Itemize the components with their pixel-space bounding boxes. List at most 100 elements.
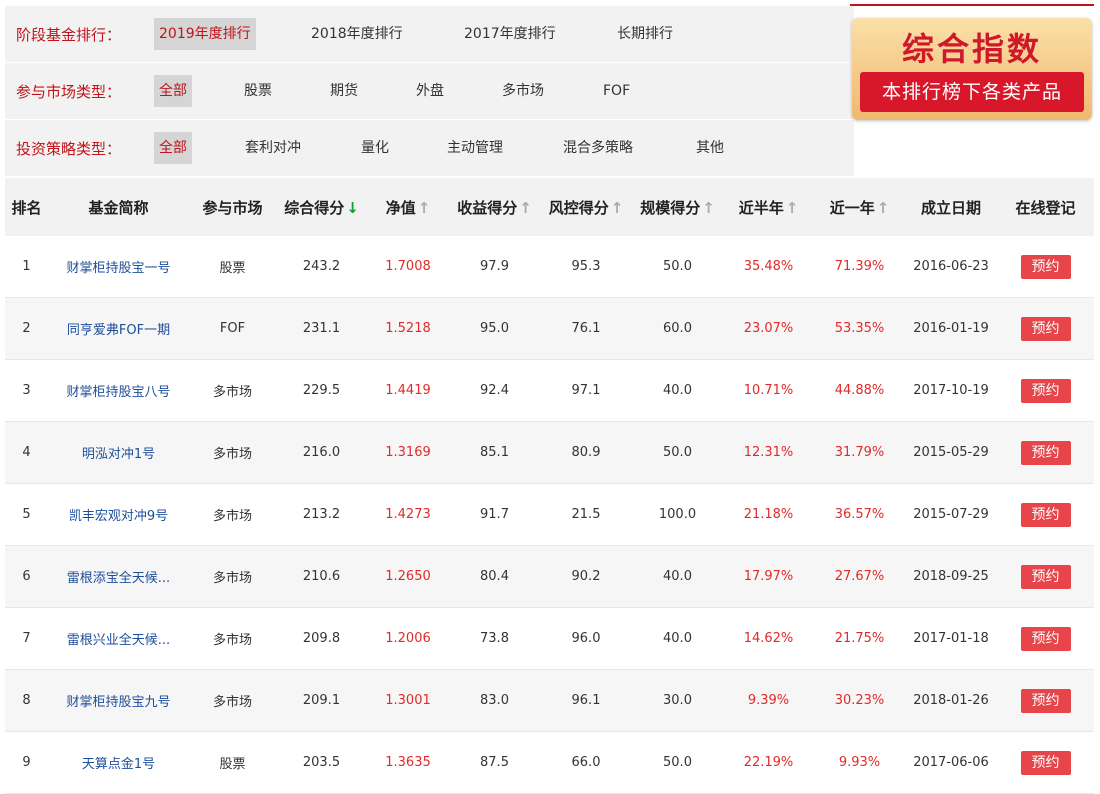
cell-market: 多市场 [212,633,252,648]
cell-nav: 1.2006 [385,631,431,646]
filter-period-2018[interactable]: 2018年度排行 [306,18,408,50]
composite-index-badge[interactable]: 综合指数 本排行榜下各类产品 [852,18,1092,120]
table-row: 4 明泓对冲1号 多市场 216.0 1.3169 85.1 80.9 50.0… [5,422,1094,484]
cell-risk-score: 76.1 [571,321,601,336]
cell-scale-score: 50.0 [663,755,692,770]
reserve-button[interactable]: 预约 [1020,440,1071,465]
cell-rank: 7 [22,631,31,646]
reserve-button[interactable]: 预约 [1020,626,1071,651]
cell-market: 股票 [219,757,246,772]
sort-asc-icon[interactable]: ↑ [786,199,799,217]
filter-strategy-quant[interactable]: 量化 [356,132,394,164]
filter-strategy-other[interactable]: 其他 [691,132,729,164]
reserve-button[interactable]: 预约 [1020,502,1071,527]
fund-name-link[interactable]: 雷根添宝全天候... [48,567,189,586]
filter-market-multi[interactable]: 多市场 [497,75,549,107]
reserve-button[interactable]: 预约 [1020,564,1071,589]
badge-subtitle: 本排行榜下各类产品 [860,72,1084,112]
fund-name-link[interactable]: 雷根兴业全天候... [48,629,189,648]
col-return-score[interactable]: 收益得分 ↑ [449,197,540,218]
filter-strategy-active[interactable]: 主动管理 [442,132,508,164]
cell-register: 预约 [997,750,1094,775]
col-one-year[interactable]: 近一年 ↑ [814,197,905,218]
cell-scale-score: 50.0 [663,259,692,274]
cell-one-year: 21.75% [834,631,885,646]
cell-composite-score: 203.5 [302,755,341,770]
cell-composite-score: 213.2 [302,507,341,522]
cell-market: 股票 [219,261,246,276]
filter-period-2019[interactable]: 2019年度排行 [154,18,256,50]
sort-asc-icon[interactable]: ↑ [418,199,431,217]
cell-return-score: 91.7 [480,507,509,522]
cell-nav: 1.3001 [385,693,431,708]
fund-name-link[interactable]: 财掌柜持股宝八号 [48,381,189,400]
filter-label-strategy: 投资策略类型： [16,139,122,158]
filter-strategy-all[interactable]: 全部 [154,132,192,164]
cell-risk-score: 97.1 [571,383,601,398]
fund-name-link[interactable]: 同亨爱弗FOF一期 [48,319,189,338]
cell-rank: 2 [22,321,31,336]
col-risk-score[interactable]: 风控得分 ↑ [540,197,632,218]
sort-asc-icon[interactable]: ↑ [519,199,532,217]
cell-nav: 1.5218 [385,321,431,336]
col-scale-score[interactable]: 规模得分 ↑ [632,197,723,218]
sort-asc-icon[interactable]: ↑ [611,199,624,217]
col-market: 参与市场 [202,198,263,217]
cell-composite-score: 209.1 [302,693,341,708]
reserve-button[interactable]: 预约 [1020,688,1071,713]
filter-row-strategy: 投资策略类型： 全部 套利对冲 量化 主动管理 混合多策略 其他 [5,120,854,177]
cell-composite-score: 216.0 [302,445,341,460]
cell-composite-score: 209.8 [302,631,341,646]
reserve-button[interactable]: 预约 [1020,316,1071,341]
fund-name-link[interactable]: 明泓对冲1号 [48,443,189,462]
col-rank: 排名 [11,198,42,217]
cell-one-year: 36.57% [834,507,885,522]
top-accent-line [850,4,1094,6]
filter-strategy-mixed[interactable]: 混合多策略 [558,132,638,164]
cell-risk-score: 21.5 [571,507,601,522]
reserve-button[interactable]: 预约 [1020,378,1071,403]
filter-period-long-term[interactable]: 长期排行 [612,18,678,50]
reserve-button[interactable]: 预约 [1020,750,1071,775]
fund-name-link[interactable]: 财掌柜持股宝九号 [48,691,189,710]
cell-half-year: 12.31% [743,445,794,460]
filter-market-fof[interactable]: FOF [598,75,635,107]
col-half-year[interactable]: 近半年 ↑ [723,197,814,218]
filter-market-stock[interactable]: 股票 [239,75,277,107]
fund-name-link[interactable]: 天算点金1号 [48,753,189,772]
cell-inception-date: 2018-01-26 [913,693,989,708]
cell-register: 预约 [997,254,1094,279]
cell-scale-score: 40.0 [663,383,692,398]
filter-market-futures[interactable]: 期货 [325,75,363,107]
filter-strategy-arbitrage[interactable]: 套利对冲 [240,132,306,164]
sort-asc-icon[interactable]: ↑ [877,199,890,217]
cell-risk-score: 80.9 [571,445,601,460]
cell-register: 预约 [997,316,1094,341]
cell-return-score: 97.9 [480,259,509,274]
sort-asc-icon[interactable]: ↑ [702,199,715,217]
col-nav[interactable]: 净值 ↑ [367,197,449,218]
reserve-button[interactable]: 预约 [1020,254,1071,279]
cell-market: 多市场 [212,509,252,524]
cell-nav: 1.4419 [385,383,431,398]
cell-return-score: 83.0 [480,693,509,708]
filter-market-all[interactable]: 全部 [154,75,192,107]
filter-row-period: 阶段基金排行： 2019年度排行 2018年度排行 2017年度排行 长期排行 [5,6,854,63]
filter-period-2017[interactable]: 2017年度排行 [459,18,561,50]
cell-market: 多市场 [212,695,252,710]
cell-market: 多市场 [212,447,252,462]
filter-row-market: 参与市场类型： 全部 股票 期货 外盘 多市场 FOF [5,63,854,120]
fund-name-link[interactable]: 凯丰宏观对冲9号 [48,505,189,524]
cell-half-year: 21.18% [743,507,794,522]
sort-desc-icon[interactable]: ↓ [346,199,359,217]
cell-return-score: 87.5 [480,755,509,770]
fund-name-link[interactable]: 财掌柜持股宝一号 [48,257,189,276]
col-composite-score[interactable]: 综合得分 ↓ [276,197,367,218]
cell-half-year: 10.71% [743,383,794,398]
cell-half-year: 23.07% [743,321,794,336]
filter-market-overseas[interactable]: 外盘 [411,75,449,107]
cell-register: 预约 [997,502,1094,527]
cell-market: 多市场 [212,571,252,586]
cell-one-year: 44.88% [834,383,885,398]
filter-label-period: 阶段基金排行： [16,25,122,44]
